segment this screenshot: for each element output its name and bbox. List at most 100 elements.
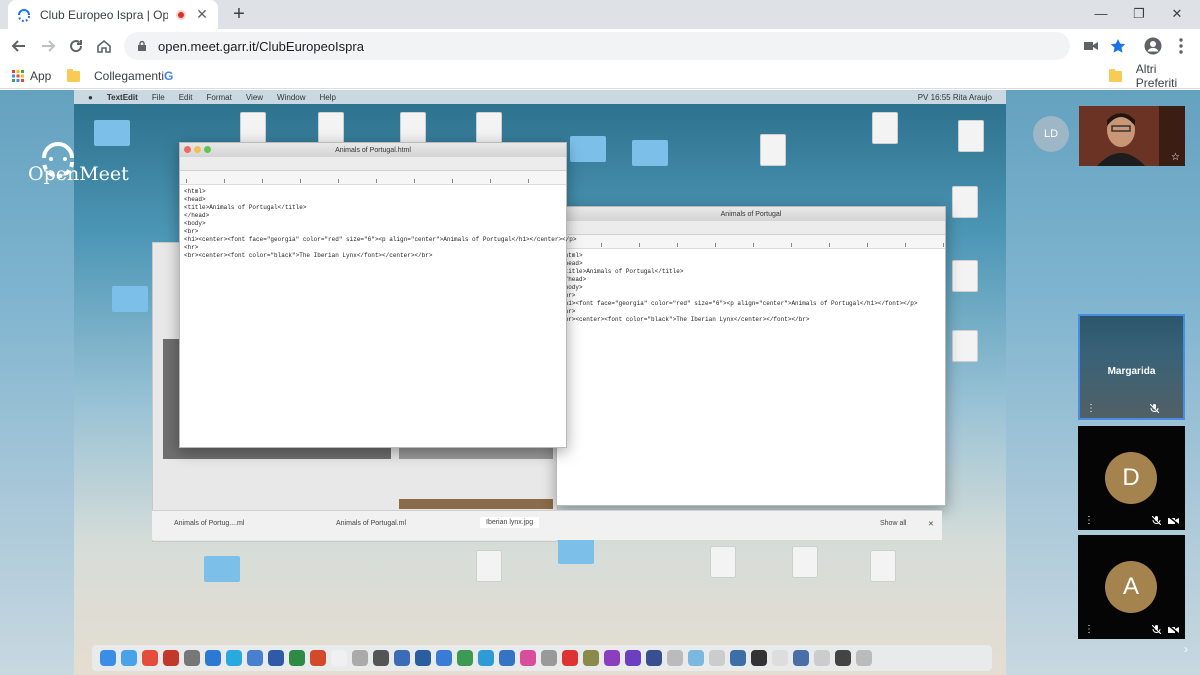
app-icon (562, 650, 578, 666)
participant-tile[interactable]: A ⋮ (1078, 535, 1185, 639)
mic-off-icon (1150, 404, 1159, 413)
ruler (557, 235, 945, 249)
traffic-lights (184, 146, 211, 153)
bookmark-star-icon[interactable] (1109, 37, 1127, 55)
apple-icon: ● (88, 92, 93, 102)
close-tab-icon[interactable]: ✕ (194, 6, 210, 23)
reload-icon (70, 40, 83, 53)
bookmark-apps[interactable]: App (12, 67, 51, 85)
minimize-dot-icon[interactable] (194, 146, 201, 153)
profile-avatar-icon[interactable] (1144, 37, 1162, 55)
app-icon (583, 650, 599, 666)
bookmarks-bar: App Collegamenti G Altri Preferiti (0, 62, 1200, 90)
zoom-dot-icon[interactable] (204, 146, 211, 153)
menu-item: TextEdit (106, 92, 138, 102)
app-icon (793, 650, 809, 666)
ruler (180, 171, 566, 185)
browser-tab[interactable]: Club Europeo Ispra | OpenM ✕ (8, 0, 218, 29)
show-all-button[interactable]: Show all (880, 520, 906, 527)
mac-status: PV 16:55 Rita Araujo (917, 92, 992, 102)
person-video-icon (1079, 106, 1185, 166)
app-icon (499, 650, 515, 666)
participant-name: Margarida (1107, 366, 1156, 377)
participant-tile[interactable]: Margarida ⋮ (1078, 314, 1185, 420)
mic-off-icon (1152, 625, 1161, 634)
app-icon (730, 650, 746, 666)
desktop-folder-icon (558, 538, 594, 564)
address-bar[interactable]: open.meet.garr.it/ClubEuropeoIspra (124, 32, 1070, 60)
star-icon[interactable]: ☆ (1171, 152, 1180, 163)
desktop-file-icon (952, 260, 978, 292)
google-icon: G (164, 69, 174, 83)
meeting-area: ● TextEdit File Edit Format View Window … (0, 90, 1200, 675)
app-icon (310, 650, 326, 666)
app-icon (772, 650, 788, 666)
image-thumbnail (399, 499, 553, 509)
close-dot-icon[interactable] (184, 146, 191, 153)
desktop-folder-icon (632, 140, 668, 166)
local-user-avatar[interactable]: LD (1033, 116, 1069, 152)
camera-off-icon (1168, 516, 1179, 525)
menu-item: Format (206, 92, 232, 102)
browser-menu-icon[interactable] (1172, 37, 1190, 55)
maximize-button[interactable]: ❐ (1118, 0, 1160, 29)
bookmark-other-favorites[interactable]: Altri Preferiti (1109, 62, 1200, 90)
bookmark-google[interactable]: G (164, 67, 173, 85)
apps-grid-icon (12, 70, 24, 82)
app-icon (541, 650, 557, 666)
app-icon (163, 650, 179, 666)
camera-off-icon (1168, 625, 1179, 634)
download-item[interactable]: Animals of Portug....ml (174, 520, 244, 527)
arrow-right-icon (42, 40, 56, 52)
reload-button[interactable] (64, 34, 88, 58)
app-icon (520, 650, 536, 666)
desktop-file-icon (952, 330, 978, 362)
menu-item: File (151, 92, 165, 102)
trash-icon (856, 650, 872, 666)
home-button[interactable] (92, 34, 116, 58)
app-icon (268, 650, 284, 666)
textedit-window-main[interactable]: Animals of Portugal.html <html> <head> <… (179, 142, 576, 448)
close-window-button[interactable]: ✕ (1156, 0, 1198, 29)
desktop-file-icon (792, 546, 818, 578)
minimize-button[interactable]: — (1080, 0, 1122, 29)
app-icon (688, 650, 704, 666)
bookmark-collegamenti[interactable]: Collegamenti (67, 67, 164, 85)
menu-item: Edit (178, 92, 193, 102)
desktop-file-icon (872, 112, 898, 144)
download-item[interactable]: Iberian lynx.jpg (480, 517, 540, 528)
desktop-folder-icon (204, 556, 240, 582)
bookmark-label: App (30, 69, 52, 83)
mic-off-icon (1152, 516, 1161, 525)
more-options-icon[interactable]: ⋮ (1084, 516, 1094, 526)
participant-tile[interactable]: D ⋮ (1078, 426, 1185, 530)
bookmark-label: Altri Preferiti (1135, 62, 1178, 90)
desktop-file-icon (870, 550, 896, 582)
menu-item: Help (319, 92, 336, 102)
close-icon[interactable]: ✕ (928, 520, 934, 528)
download-item[interactable]: Animals of Portugal.ml (336, 520, 406, 527)
shared-screen[interactable]: ● TextEdit File Edit Format View Window … (74, 90, 1006, 675)
camera-permission-icon[interactable] (1082, 37, 1100, 55)
app-icon (373, 650, 389, 666)
desktop-folder-icon (570, 136, 606, 162)
desktop-file-icon (710, 546, 736, 578)
more-options-icon[interactable]: ⋮ (1084, 625, 1094, 635)
textedit-window-secondary[interactable]: Animals of Portugal <html> <head> <title… (556, 206, 946, 506)
app-icon (646, 650, 662, 666)
safari-icon (121, 650, 137, 666)
app-icon (478, 650, 494, 666)
app-icon (604, 650, 620, 666)
self-video-thumbnail[interactable]: ☆ (1079, 106, 1185, 166)
app-icon (814, 650, 830, 666)
chevron-right-icon[interactable]: › (1184, 642, 1188, 656)
finder-icon (100, 650, 116, 666)
more-options-icon[interactable]: ⋮ (1086, 404, 1096, 414)
forward-button[interactable] (36, 34, 60, 58)
new-tab-button[interactable]: + (228, 3, 250, 25)
desktop-file-icon (760, 134, 786, 166)
desktop-file-icon (318, 112, 344, 144)
back-button[interactable] (7, 34, 31, 58)
chrome-icon (142, 650, 158, 666)
html-source-text: <html> <head> <title>Animals of Portugal… (561, 252, 918, 323)
